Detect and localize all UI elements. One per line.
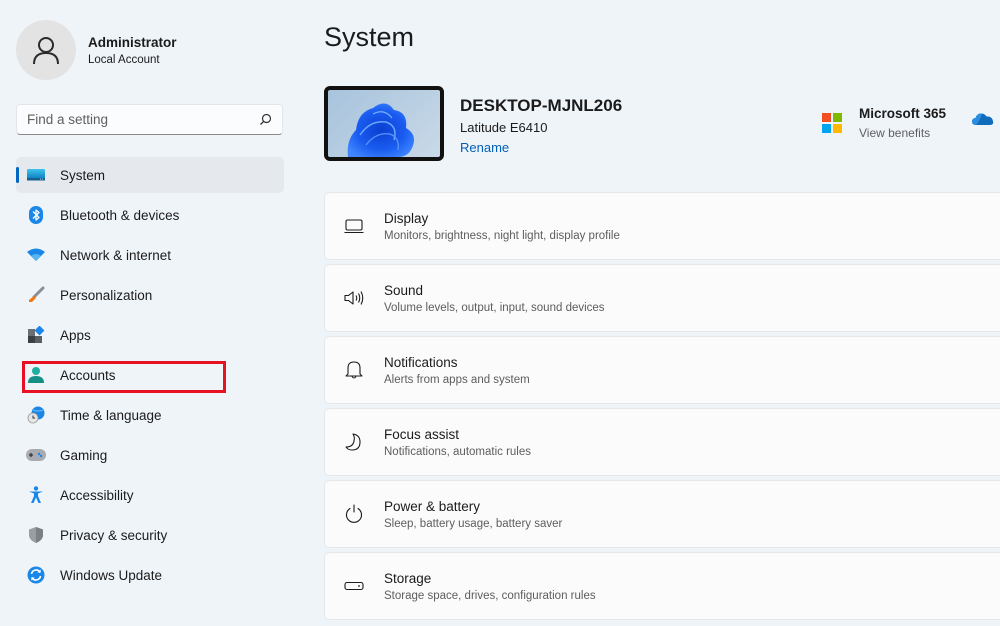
search-icon[interactable] [258,113,272,127]
card-sound[interactable]: Sound Volume levels, output, input, soun… [324,264,1000,332]
card-title: Sound [384,282,424,298]
profile-account-type: Local Account [88,53,160,66]
accessibility-icon [26,485,46,505]
bluetooth-icon [26,205,46,225]
sidebar-item-label: Windows Update [60,567,163,583]
apps-icon [26,325,46,345]
card-subtitle: Notifications, automatic rules [384,445,532,458]
device-model: Latitude E6410 [460,120,548,135]
sidebar-item-label: Accessibility [60,487,134,503]
card-title: Display [384,210,429,226]
device-wallpaper-thumbnail [324,86,444,161]
storage-icon [343,575,365,597]
settings-cards: Display Monitors, brightness, night ligh… [324,192,1000,624]
sidebar: Administrator Local Account Find a setti… [0,0,300,626]
sidebar-item-system[interactable]: System [16,157,284,193]
update-icon [26,565,46,585]
device-name: DESKTOP-MJNL206 [460,96,623,115]
sidebar-item-windows-update[interactable]: Windows Update [16,557,284,593]
sidebar-item-apps[interactable]: Apps [16,317,284,353]
moon-icon [343,431,365,453]
sidebar-item-time-language[interactable]: Time & language [16,397,284,433]
avatar [16,20,76,80]
microsoft-365-title: Microsoft 365 [859,106,947,121]
card-subtitle: Storage space, drives, configuration rul… [384,589,596,602]
onedrive-icon[interactable] [972,112,994,131]
sidebar-item-label: Privacy & security [60,527,168,543]
sidebar-item-label: Apps [60,327,91,343]
view-benefits-link[interactable]: View benefits [859,126,946,140]
sidebar-item-network-internet[interactable]: Network & internet [16,237,284,273]
wifi-icon [26,245,46,265]
search-box[interactable] [16,104,283,135]
user-profile[interactable]: Administrator Local Account [16,20,177,80]
user-avatar-icon [33,37,59,65]
account-icon [26,365,46,385]
power-icon [343,503,365,525]
card-title: Storage [384,570,432,586]
sidebar-item-accessibility[interactable]: Accessibility [16,477,284,513]
card-display[interactable]: Display Monitors, brightness, night ligh… [324,192,1000,260]
sidebar-item-label: Accounts [60,367,116,383]
device-info-section: DESKTOP-MJNL206 Latitude E6410 Rename [324,86,622,161]
sidebar-nav: System Bluetooth & devices Network & int… [16,157,284,597]
microsoft-365-promo[interactable]: Microsoft 365 View benefits [822,106,946,140]
microsoft-logo-icon [822,113,842,133]
sidebar-item-gaming[interactable]: Gaming [16,437,284,473]
settings-window: Administrator Local Account Find a setti… [0,0,1000,626]
search-input[interactable] [27,112,258,127]
sidebar-item-bluetooth-devices[interactable]: Bluetooth & devices [16,197,284,233]
profile-name: Administrator [88,34,177,50]
card-subtitle: Alerts from apps and system [384,373,530,386]
main-content: System DESKTOP-MJNL206 Latitude E6410 Re… [324,0,1000,626]
sidebar-item-label: Gaming [60,447,108,463]
card-title: Focus assist [384,426,460,442]
card-title: Power & battery [384,498,481,514]
card-subtitle: Volume levels, output, input, sound devi… [384,301,605,314]
card-power-battery[interactable]: Power & battery Sleep, battery usage, ba… [324,480,1000,548]
sidebar-item-label: System [60,167,106,183]
card-focus-assist[interactable]: Focus assist Notifications, automatic ru… [324,408,1000,476]
shield-icon [26,525,46,545]
system-icon [26,165,46,185]
speaker-icon [343,287,365,309]
card-storage[interactable]: Storage Storage space, drives, configura… [324,552,1000,620]
bell-icon [343,359,365,381]
card-subtitle: Sleep, battery usage, battery saver [384,517,563,530]
sidebar-item-label: Network & internet [60,247,172,263]
sidebar-item-label: Bluetooth & devices [60,207,180,223]
paintbrush-icon [26,285,46,305]
rename-link[interactable]: Rename [460,140,509,155]
card-subtitle: Monitors, brightness, night light, displ… [384,229,620,242]
sidebar-item-privacy-security[interactable]: Privacy & security [16,517,284,553]
display-icon [343,215,365,237]
sidebar-item-label: Personalization [60,287,153,303]
page-title: System [324,22,415,52]
sidebar-item-personalization[interactable]: Personalization [16,277,284,313]
gamepad-icon [26,445,46,465]
sidebar-item-label: Time & language [60,407,162,423]
card-title: Notifications [384,354,458,370]
card-notifications[interactable]: Notifications Alerts from apps and syste… [324,336,1000,404]
sidebar-item-accounts[interactable]: Accounts [16,357,284,393]
bloom-wallpaper-icon [347,103,414,157]
time-language-icon [26,405,46,425]
